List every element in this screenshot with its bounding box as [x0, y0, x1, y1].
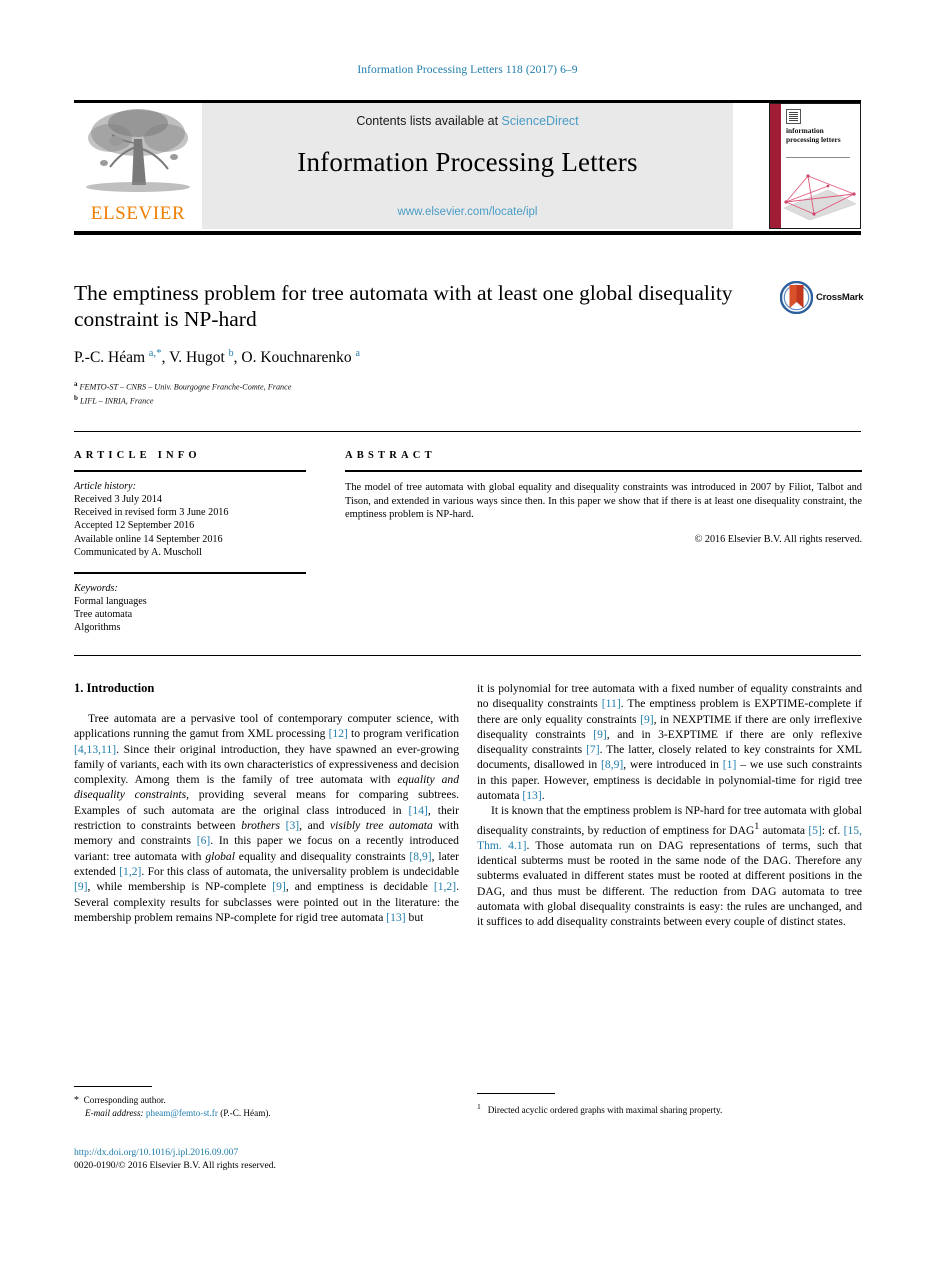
keywords-divider [74, 572, 306, 575]
abstract-copyright: © 2016 Elsevier B.V. All rights reserved… [694, 533, 862, 545]
paragraph: it is polynomial for tree automata with … [477, 682, 863, 803]
corresponding-author-note: * Corresponding author. E-mail address: … [74, 1094, 459, 1120]
footnote-text: Directed acyclic ordered graphs with max… [487, 1105, 723, 1116]
article-history-item: Received in revised form 3 June 2016 [74, 507, 229, 519]
crossmark-icon[interactable] [780, 281, 813, 314]
sciencedirect-link[interactable]: ScienceDirect [502, 114, 579, 128]
cover-journal-title: information processing letters [786, 126, 841, 144]
article-info-heading: ARTICLE INFO [74, 450, 201, 461]
article-history-item: Communicated by A. Muscholl [74, 546, 202, 558]
info-band-bottom-rule [74, 655, 861, 656]
keywords-label: Keywords: [74, 583, 118, 595]
elsevier-wordmark: ELSEVIER [90, 203, 186, 224]
keyword-item: Tree automata [74, 609, 133, 621]
email-link[interactable]: pheam@femto-st.fr [146, 1108, 218, 1118]
running-head: Information Processing Letters 118 (2017… [357, 64, 578, 76]
article-history-item: Available online 14 September 2016 [74, 533, 223, 545]
crossmark-badge-group[interactable]: CrossMark [780, 281, 872, 315]
journal-homepage-url[interactable]: www.elsevier.com/locate/ipl [202, 206, 733, 218]
abstract-heading: ABSTRACT [345, 450, 436, 461]
affiliation-list: a FEMTO-ST – CNRS – Univ. Bourgogne Fran… [74, 380, 292, 407]
article-title-block: The emptiness problem for tree automata … [74, 280, 774, 407]
contents-lists-line: Contents lists available at ScienceDirec… [202, 114, 733, 128]
masthead-banner: Contents lists available at ScienceDirec… [202, 103, 733, 229]
crossmark-label: CrossMark [816, 292, 864, 303]
article-info-column: ARTICLE INFO Article history: Received 3… [74, 450, 306, 635]
elsevier-tree-icon [86, 109, 190, 192]
footnote-block-right: 1 Directed acyclic ordered graphs with m… [477, 1093, 862, 1116]
paragraph: It is known that the emptiness problem i… [477, 804, 863, 929]
email-owner: (P.-C. Héam). [220, 1108, 271, 1119]
email-address-label: E-mail address: [85, 1108, 144, 1119]
paragraph: Tree automata are a pervasive tool of co… [74, 712, 459, 924]
keyword-item: Formal languages [74, 596, 147, 608]
info-band-top-rule [74, 431, 861, 432]
journal-cover-thumbnail: information processing letters [769, 103, 861, 229]
journal-title: Information Processing Letters [297, 147, 638, 177]
abstract-text: The model of tree automata with global e… [345, 482, 862, 521]
page-title: The emptiness problem for tree automata … [74, 281, 733, 331]
article-history-item: Accepted 12 September 2016 [74, 520, 195, 532]
cover-subtitle-lines [786, 155, 850, 158]
footnote-item: 1 Directed acyclic ordered graphs with m… [477, 1101, 862, 1116]
keyword-item: Algorithms [74, 622, 121, 634]
article-info-divider [74, 470, 306, 472]
journal-masthead: ELSEVIER Contents lists available at Sci… [74, 103, 861, 229]
asterisk-icon: * [74, 1095, 79, 1106]
author-list: P.-C. Héam a,*, V. Hugot b, O. Kouchnare… [74, 347, 360, 367]
issn-copyright: 0020-0190/© 2016 Elsevier B.V. All right… [74, 1159, 276, 1171]
cover-network-diagram-icon [783, 174, 857, 221]
imprint-block: http://dx.doi.org/10.1016/j.ipl.2016.09.… [74, 1147, 494, 1173]
section-heading-introduction: 1. Introduction [74, 681, 155, 695]
abstract-divider [345, 470, 862, 472]
keywords-block: Keywords: Formal languages Tree automata… [74, 572, 306, 635]
doi-link[interactable]: http://dx.doi.org/10.1016/j.ipl.2016.09.… [74, 1147, 494, 1160]
footnote-rule [477, 1093, 555, 1094]
footnote-marker: 1 [477, 1102, 481, 1111]
corresponding-author-text: Corresponding author. [83, 1095, 166, 1105]
masthead-bottom-rule [74, 231, 861, 235]
cover-barcode-icon [786, 109, 801, 124]
article-history-item: Received 3 July 2014 [74, 494, 162, 505]
abstract-column: ABSTRACT The model of tree automata with… [345, 450, 862, 545]
footnote-rule [74, 1086, 152, 1087]
body-column-right: it is polynomial for tree automata with … [477, 681, 862, 930]
footnote-block-left: * Corresponding author. E-mail address: … [74, 1086, 459, 1120]
body-column-left: 1. Introduction Tree automata are a perv… [74, 681, 459, 925]
contents-lists-prefix: Contents lists available at [356, 114, 502, 128]
journal-article-page: Information Processing Letters 118 (2017… [0, 0, 935, 1266]
article-history-label: Article history: [74, 481, 136, 492]
elsevier-logo: ELSEVIER [74, 103, 202, 229]
